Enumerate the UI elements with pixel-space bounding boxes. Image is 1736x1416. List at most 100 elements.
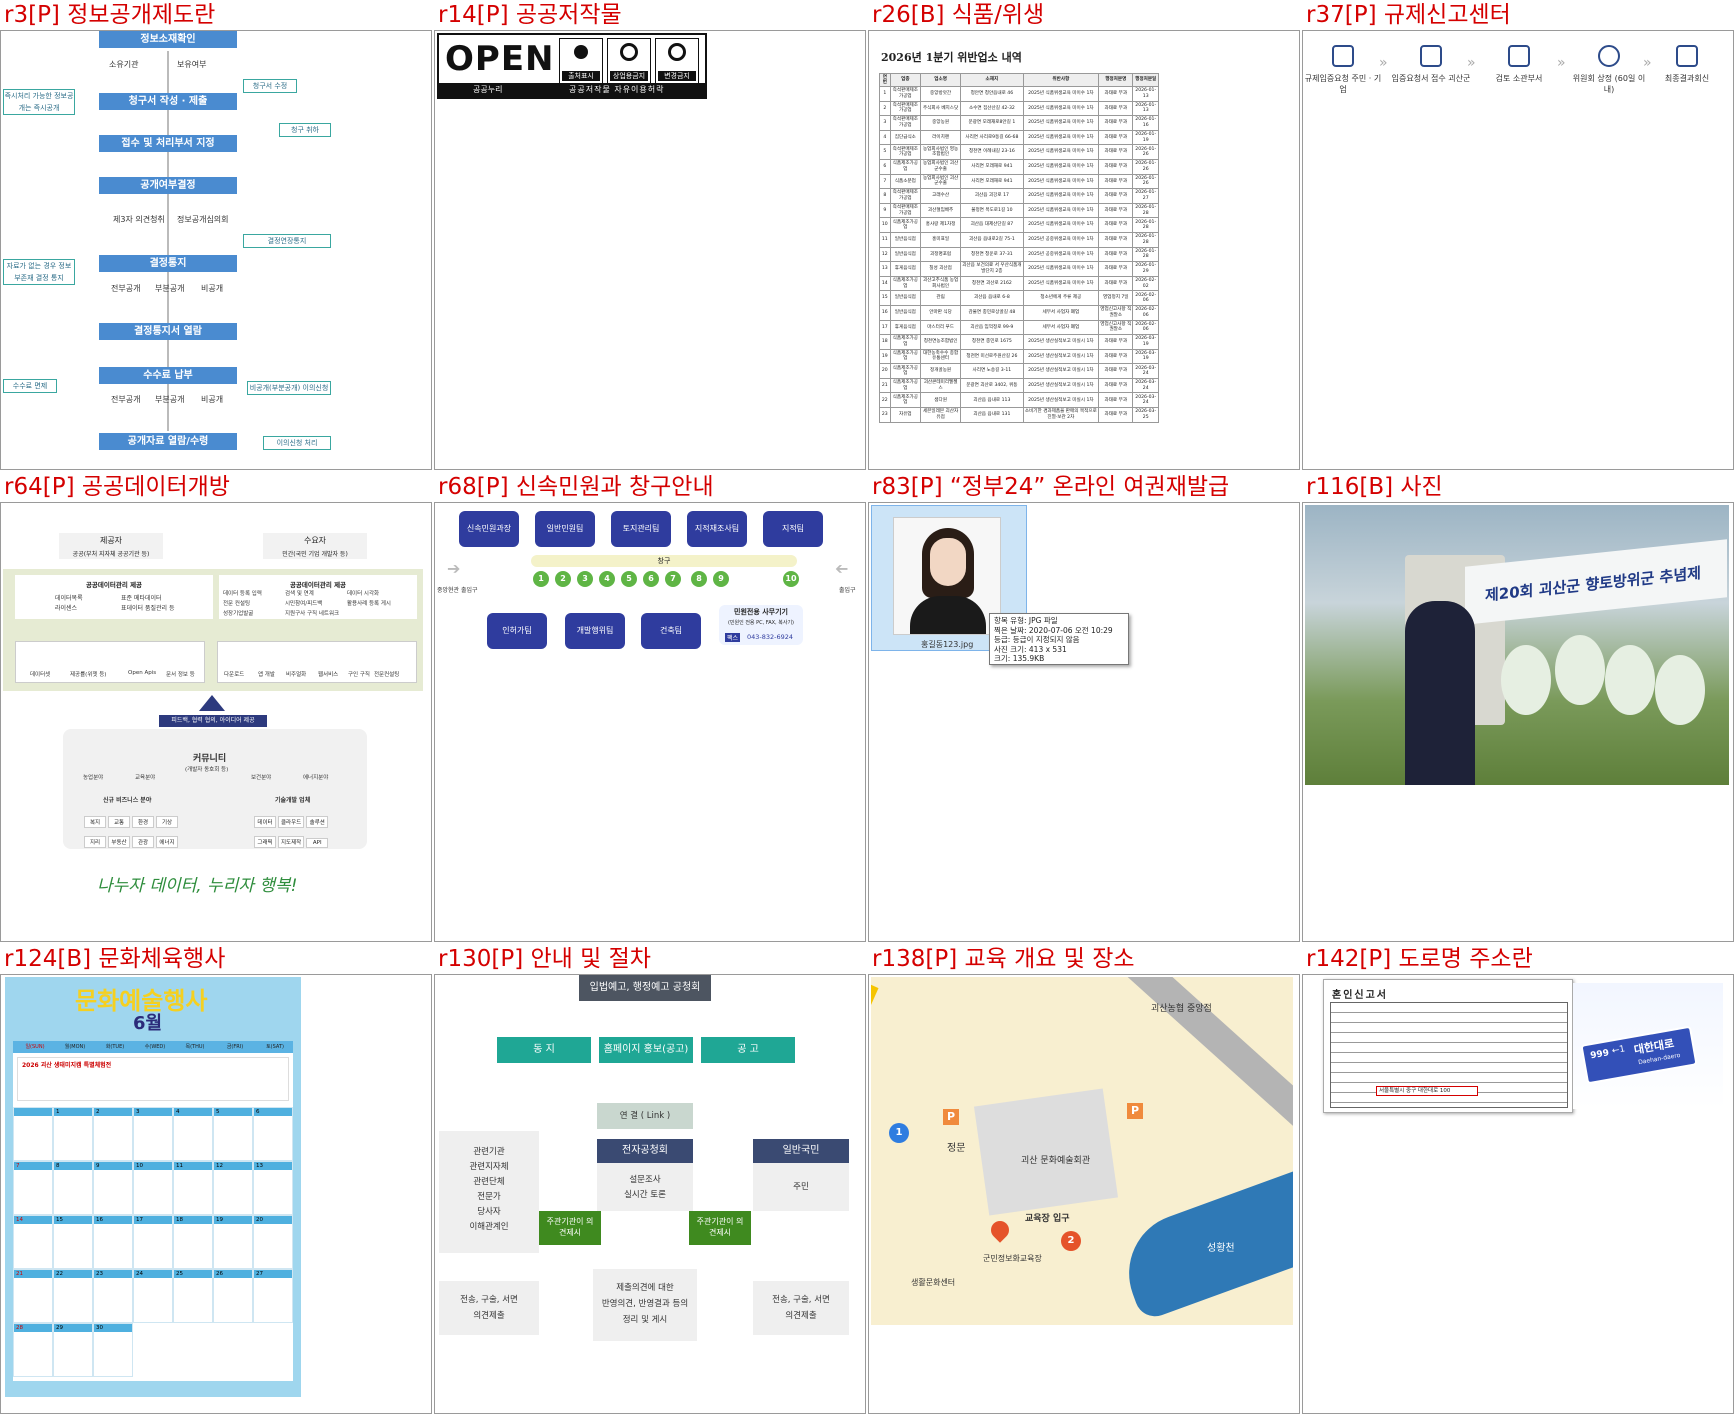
community-title: 커뮤니티: [193, 754, 227, 764]
user-box: 수요자 민간(국민 기업 개발자 등): [263, 533, 367, 559]
stakeholder: 관련기관: [473, 1147, 505, 1157]
office-team: 인허가팀: [487, 613, 547, 649]
file-name[interactable]: 홍길동123.jpg: [921, 639, 973, 650]
table-cell: 세무서 사업자 폐업: [1022, 304, 1100, 321]
cell-title: r130[P] 안내 및 절차: [438, 946, 651, 972]
tech-items: 데이터 클라우드 솔루션그래픽 지도제작 API: [253, 809, 349, 849]
step-label: 규제입증요청 주민 · 기업: [1304, 74, 1382, 94]
process-step: 검토 소관부서: [1479, 45, 1559, 84]
office-team: 신속민원과장: [459, 511, 519, 547]
no-derivatives-icon: 변경금지: [655, 38, 699, 84]
table-cell: 2026-03-24: [1132, 392, 1159, 409]
process-step: 입증요청서 접수 괴산군: [1391, 45, 1471, 84]
table-row: 19 식품제조가공업 대한농축수수 종합유통센터 청천면 미선로주원산길 26 2025…: [879, 348, 1159, 365]
table-cell: 2026-03-24: [1132, 363, 1159, 379]
table-cell: 주식회사 베지스닷: [920, 100, 962, 117]
table-cell: 2026-02-06: [1132, 290, 1159, 306]
api-icon: Open Apis: [128, 670, 157, 676]
visual-icon: 비주얼화: [286, 672, 307, 678]
table-cell: 6: [879, 158, 891, 175]
cell-r3: r3[P] 정보공개제도란 정보소재확인 소유기관 보유여부 청구서 작성 · …: [0, 0, 432, 470]
tooltip-line: 크기: 135.9KB: [994, 654, 1045, 663]
table-cell: 괴산읍 보건의료 서 우산식품개발단지 2층: [960, 261, 1024, 277]
use-item: 데이터 등록 입력: [223, 591, 262, 597]
table-cell: 식품제조가공업: [889, 158, 922, 175]
table-cell: 2026-01-27: [1132, 188, 1159, 204]
pin-1: 1: [889, 1123, 909, 1143]
table-row: 3 즉석판매제조가공업 중앙농원 문광면 모래재로8안길 1 2025년 식품위생교육 …: [879, 115, 1159, 131]
tech-title: 기술개발 업체: [275, 797, 311, 804]
cell-r138: r138[P] 교육 개요 및 장소 괴산농협 중앙점 정문 괴산 문화예술회관…: [868, 944, 1300, 1416]
map-label: 교육장 입구: [1025, 1214, 1070, 1224]
map-label: 군민정보화교육장: [983, 1254, 1042, 1263]
office-team: 개발행위팀: [565, 613, 625, 649]
table-cell: 2026-03-24: [1132, 377, 1159, 394]
table-cell: 18: [879, 334, 891, 350]
flow-step: 공개여부결정: [99, 177, 237, 194]
table-header-cell: 업소명: [920, 73, 962, 87]
calendar-day-number: 5: [214, 1108, 252, 1116]
table-cell: 2025년 식품위생교육 미이수 1차: [1022, 100, 1100, 117]
flow-sub: 정보공개심의회: [177, 215, 229, 224]
cell-r124: r124[B] 문화체육행사 문화예술행사 6월 일(SUN) 월(MON) 화(T…: [0, 944, 432, 1416]
user-title: 수요자: [303, 536, 327, 545]
stakeholder: 관련단체: [473, 1177, 505, 1187]
table-cell: 청천면 괴산로 2162: [960, 275, 1024, 292]
table-cell: 마스터리 푸드: [920, 319, 962, 336]
table-cell: 괴산절임배추: [920, 202, 962, 219]
exit-left: 중앙현관 출입구: [437, 587, 478, 594]
wreath: [1605, 645, 1655, 715]
channel-box: 공 고: [701, 1037, 795, 1063]
wreath: [1555, 635, 1605, 705]
calendar-day-number: 26: [214, 1270, 252, 1278]
calendar-day-number: 1: [54, 1108, 92, 1116]
calendar-day-number: 22: [54, 1270, 92, 1278]
chevron-right-icon: »: [1557, 55, 1566, 71]
review-icon: [1508, 45, 1530, 67]
cell-r116: r116[B] 사진 제20회 괴산군 향토방위군 추념제: [1302, 472, 1734, 942]
flow-step: 청구서 작성 · 제출: [99, 93, 237, 110]
table-cell: 농업회사법인 영농조합법인: [920, 144, 962, 160]
e-hearing-item: 실시간 토론: [624, 1190, 666, 1200]
calendar-day: 10: [133, 1161, 173, 1215]
table-cell: 일반음식점: [889, 246, 922, 263]
table-row: 5 즉석판매제조가공업 농업회사법인 영농조합법인 청천면 이례내길 23-16 202…: [879, 144, 1159, 160]
channel-box: 동 지: [497, 1037, 591, 1063]
tag-item: 지리: [84, 836, 106, 848]
arrow-right-icon: ➔: [447, 559, 461, 578]
flow-step: 정보소재확인: [99, 31, 237, 48]
biz-items: 복지 교통 환경 기상지리 부동산 관광 에너지: [83, 809, 195, 849]
table-cell: 괴산고추식품 농업회사법인: [920, 275, 962, 292]
table-cell: 사리면 모래재로 941: [960, 158, 1024, 175]
map-label: 성황천: [1207, 1243, 1235, 1254]
table-cell: 과태료 부과: [1098, 261, 1134, 277]
table-cell: 사리면 사리로9동길 66-68: [960, 129, 1024, 146]
table-cell: 대한농축수수 종합유통센터: [920, 348, 962, 365]
cell-r130: r130[P] 안내 및 절차 입법예고, 행정예고 공청회 동 지 홈페이지 …: [434, 944, 866, 1416]
chevron-right-icon: »: [1379, 55, 1388, 71]
kiosk-sub: (민원인 전용 PC, FAX, 복사기): [727, 620, 794, 626]
calendar-day-number: 12: [214, 1162, 252, 1170]
mgmt-title: 공공데이터관리 제공: [85, 581, 143, 589]
table-cell: 불정면 목도로1길 10: [960, 202, 1024, 219]
tag-item: 환경: [132, 816, 154, 828]
procedure-top: 입법예고, 행정예고 공청회: [579, 975, 711, 1001]
cell-title: r26[B] 식품/위생: [872, 2, 1045, 28]
exit-right: 출입구: [839, 587, 856, 594]
table-cell: 8: [879, 188, 891, 204]
table-cell: 과태료 부과: [1098, 129, 1134, 146]
mgmt-box: 공공데이터관리 제공 데이터목록 라이센스 표준 메타데이터 표데이터 품질관리…: [15, 575, 213, 619]
table-header-cell: 업종: [889, 73, 922, 87]
flow-sub: 전부공개: [111, 284, 141, 293]
community-sub: (개발자 동호회 등): [185, 767, 229, 773]
cell-r142: r142[P] 도로명 주소란 혼인신고서 서울특별시 중구 대한대로 100 …: [1302, 944, 1734, 1416]
info-disclosure-flowchart: 정보소재확인 소유기관 보유여부 청구서 작성 · 제출 접수 및 처리부서 지…: [0, 30, 432, 470]
table-cell: 사리면 모래재로 941: [960, 173, 1024, 190]
tag-item: 데이터: [254, 816, 276, 828]
table-header-cell: 행정처분일: [1132, 73, 1159, 87]
table-cell: 2025년 식품위생교육 미이수 1차: [1022, 144, 1100, 160]
calendar-day: 16: [93, 1215, 133, 1269]
education-icon: 교육분야: [135, 775, 156, 781]
table-row: 7 식품소분업 농업회사법인 괴산군수출 사리면 모래재로 941 2025년 식품위생…: [879, 173, 1159, 190]
window-number: 2: [555, 571, 571, 587]
